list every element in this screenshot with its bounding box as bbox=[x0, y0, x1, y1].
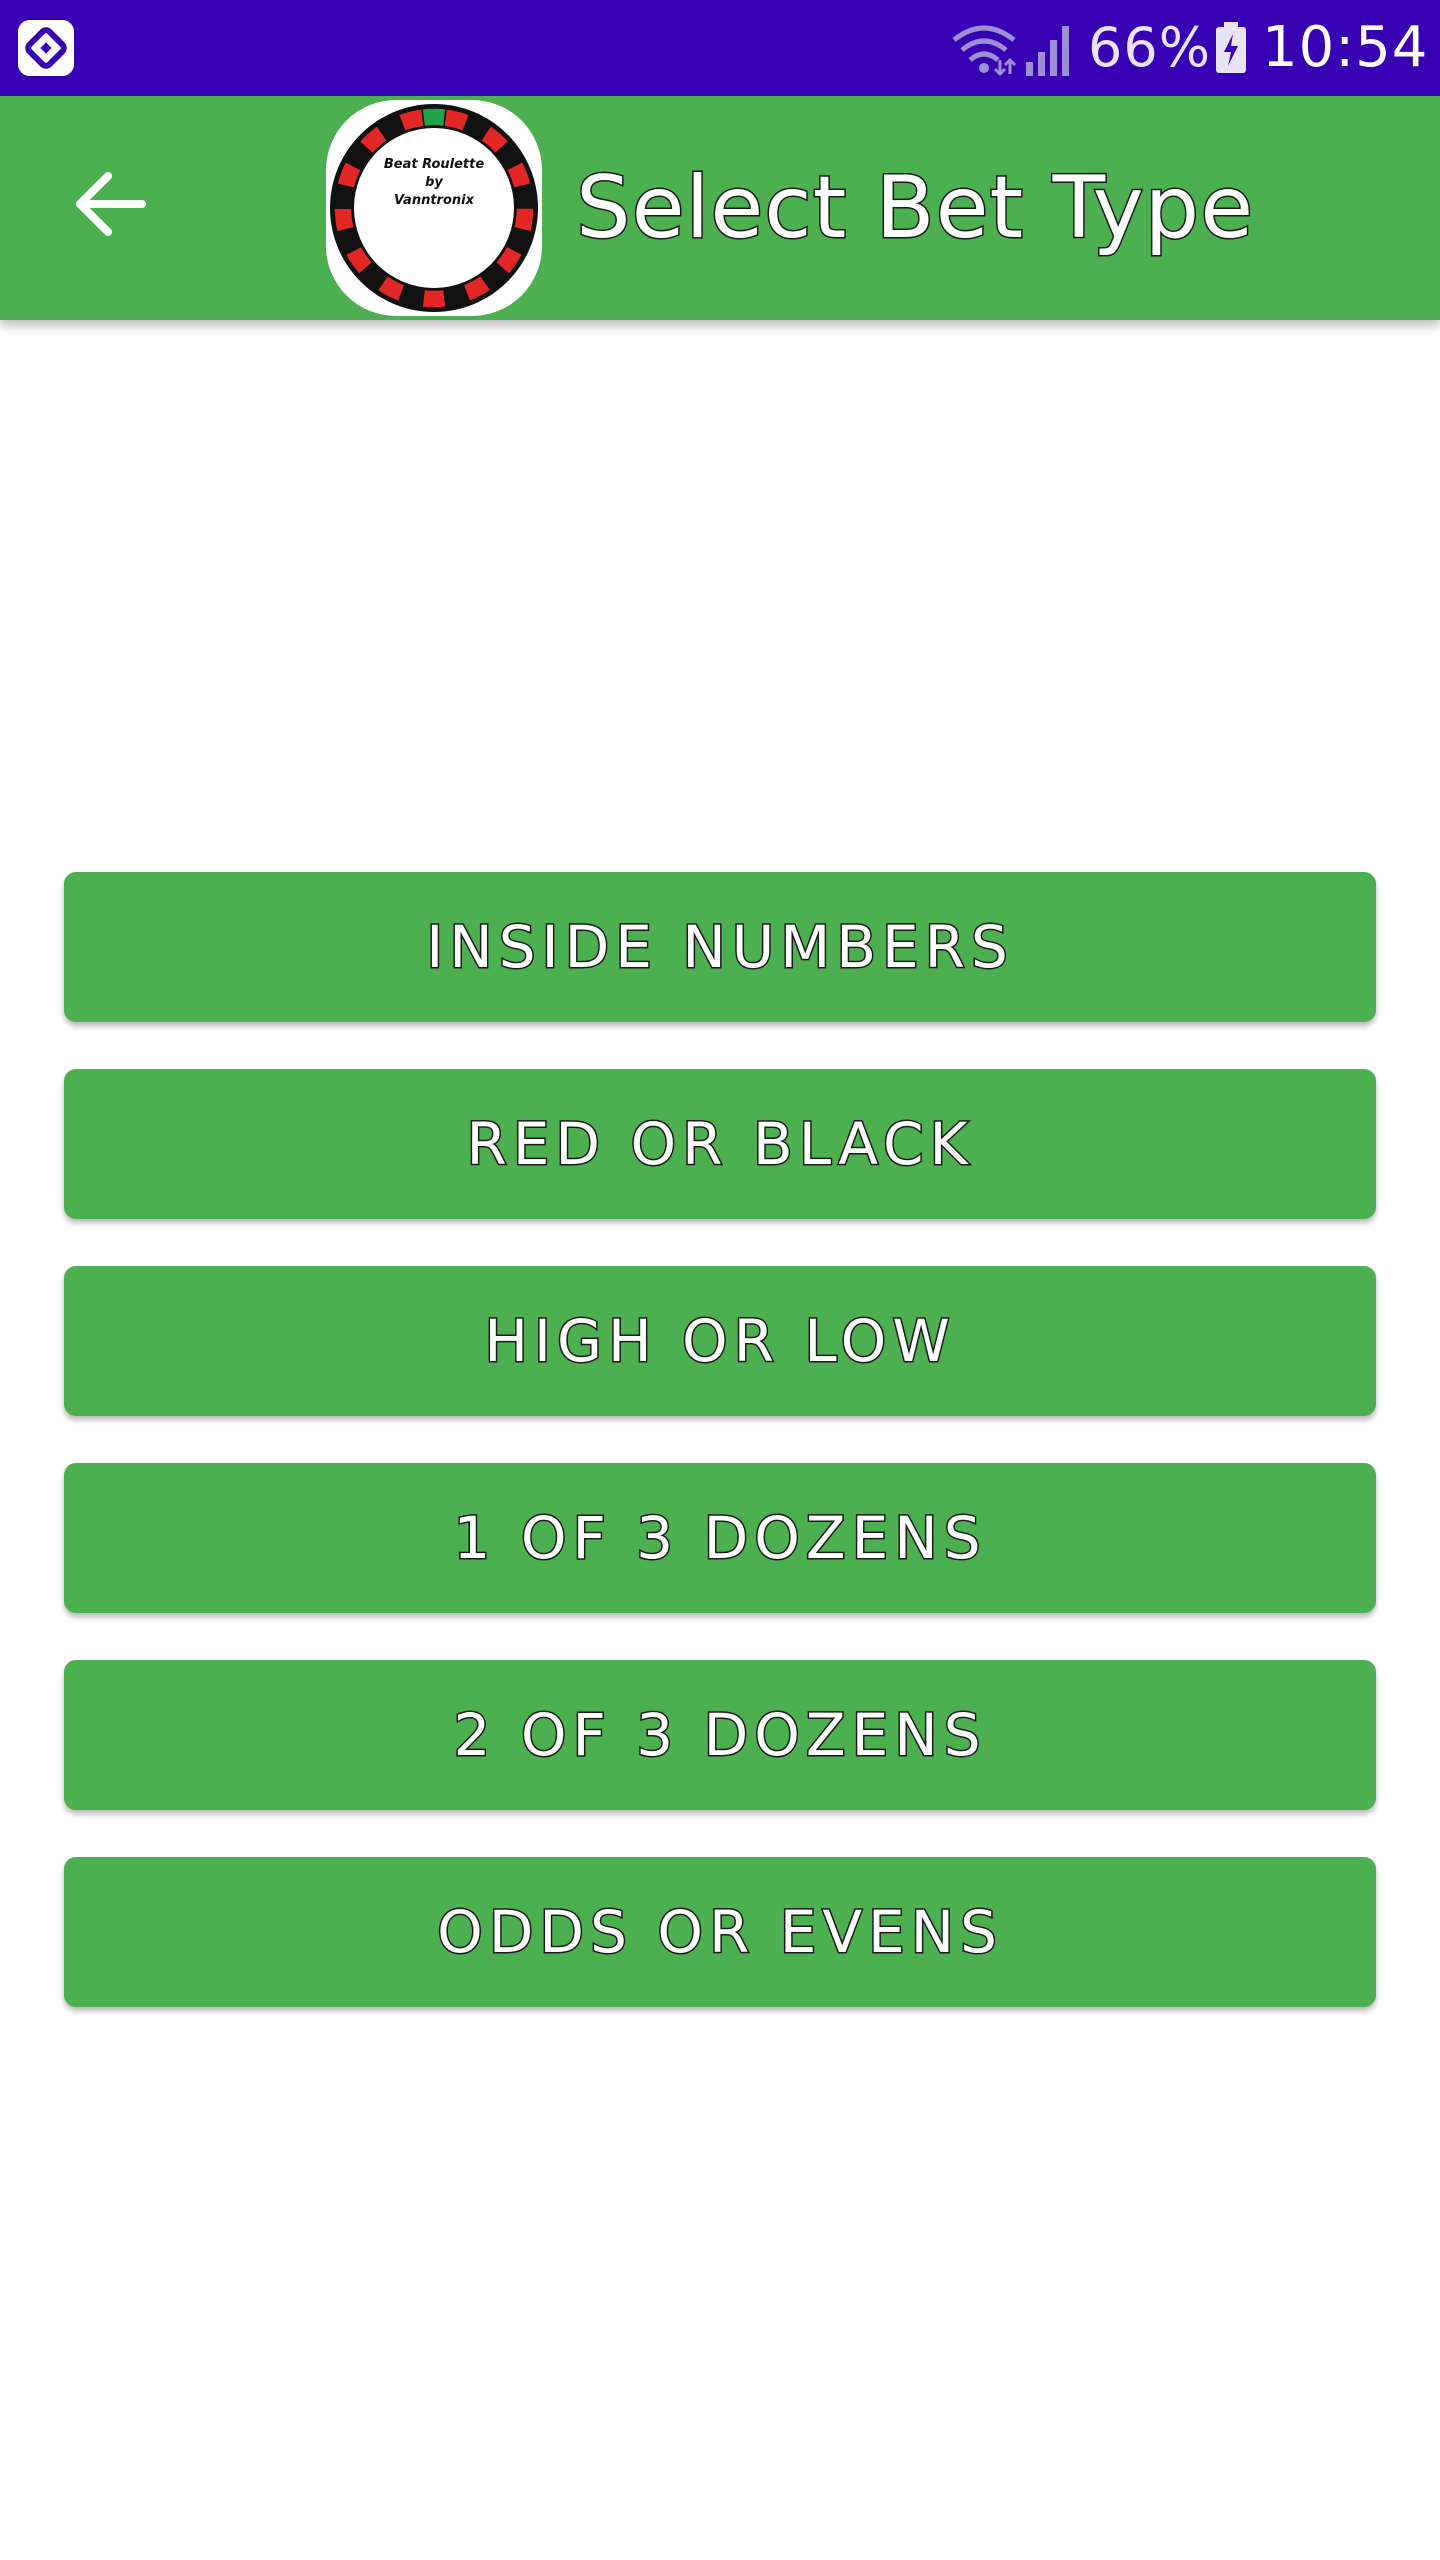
bet-2-of-3-dozens-button[interactable]: 2 OF 3 DOZENS bbox=[64, 1660, 1376, 1810]
wheel-pocket bbox=[421, 107, 447, 128]
bet-inside-numbers-button[interactable]: INSIDE NUMBERS bbox=[64, 872, 1376, 1022]
bet-odds-or-evens-button[interactable]: ODDS OR EVENS bbox=[64, 1857, 1376, 2007]
bet-red-or-black-button[interactable]: RED OR BLACK bbox=[64, 1069, 1376, 1219]
roulette-logo: Beat Roulette by Vanntronix bbox=[326, 100, 542, 316]
bet-label: 1 OF 3 DOZENS bbox=[452, 1503, 987, 1574]
page-title: Select Bet Type bbox=[574, 157, 1255, 260]
clock: 10:54 bbox=[1262, 15, 1429, 80]
wifi-icon bbox=[950, 20, 1018, 77]
wheel-pocket bbox=[421, 288, 447, 309]
bet-label: 2 OF 3 DOZENS bbox=[452, 1700, 987, 1771]
bet-label: ODDS OR EVENS bbox=[436, 1897, 1003, 1968]
bet-type-list: INSIDE NUMBERS RED OR BLACK HIGH OR LOW … bbox=[64, 872, 1376, 2054]
bet-1-of-3-dozens-button[interactable]: 1 OF 3 DOZENS bbox=[64, 1463, 1376, 1613]
back-button[interactable] bbox=[60, 152, 164, 256]
arrow-left-icon[interactable] bbox=[60, 152, 164, 256]
bet-label: HIGH OR LOW bbox=[483, 1306, 956, 1377]
signal-icon bbox=[1024, 22, 1076, 76]
app-logo-icon bbox=[18, 20, 74, 76]
wheel-pocket bbox=[333, 207, 356, 233]
logo-text-line3: Vanntronix bbox=[394, 193, 475, 208]
bet-label: RED OR BLACK bbox=[465, 1109, 974, 1180]
app-bar: Beat Roulette by Vanntronix Select Bet T… bbox=[0, 96, 1440, 320]
status-bar: 66% 10:54 bbox=[0, 0, 1440, 96]
battery-percent: 66% bbox=[1088, 16, 1212, 79]
bet-label: INSIDE NUMBERS bbox=[425, 912, 1014, 983]
logo-text-line2: by bbox=[425, 175, 443, 190]
wheel-pocket bbox=[512, 183, 535, 209]
bet-high-or-low-button[interactable]: HIGH OR LOW bbox=[64, 1266, 1376, 1416]
logo-text-line1: Beat Roulette bbox=[384, 157, 484, 172]
battery-charging-icon bbox=[1214, 22, 1248, 74]
